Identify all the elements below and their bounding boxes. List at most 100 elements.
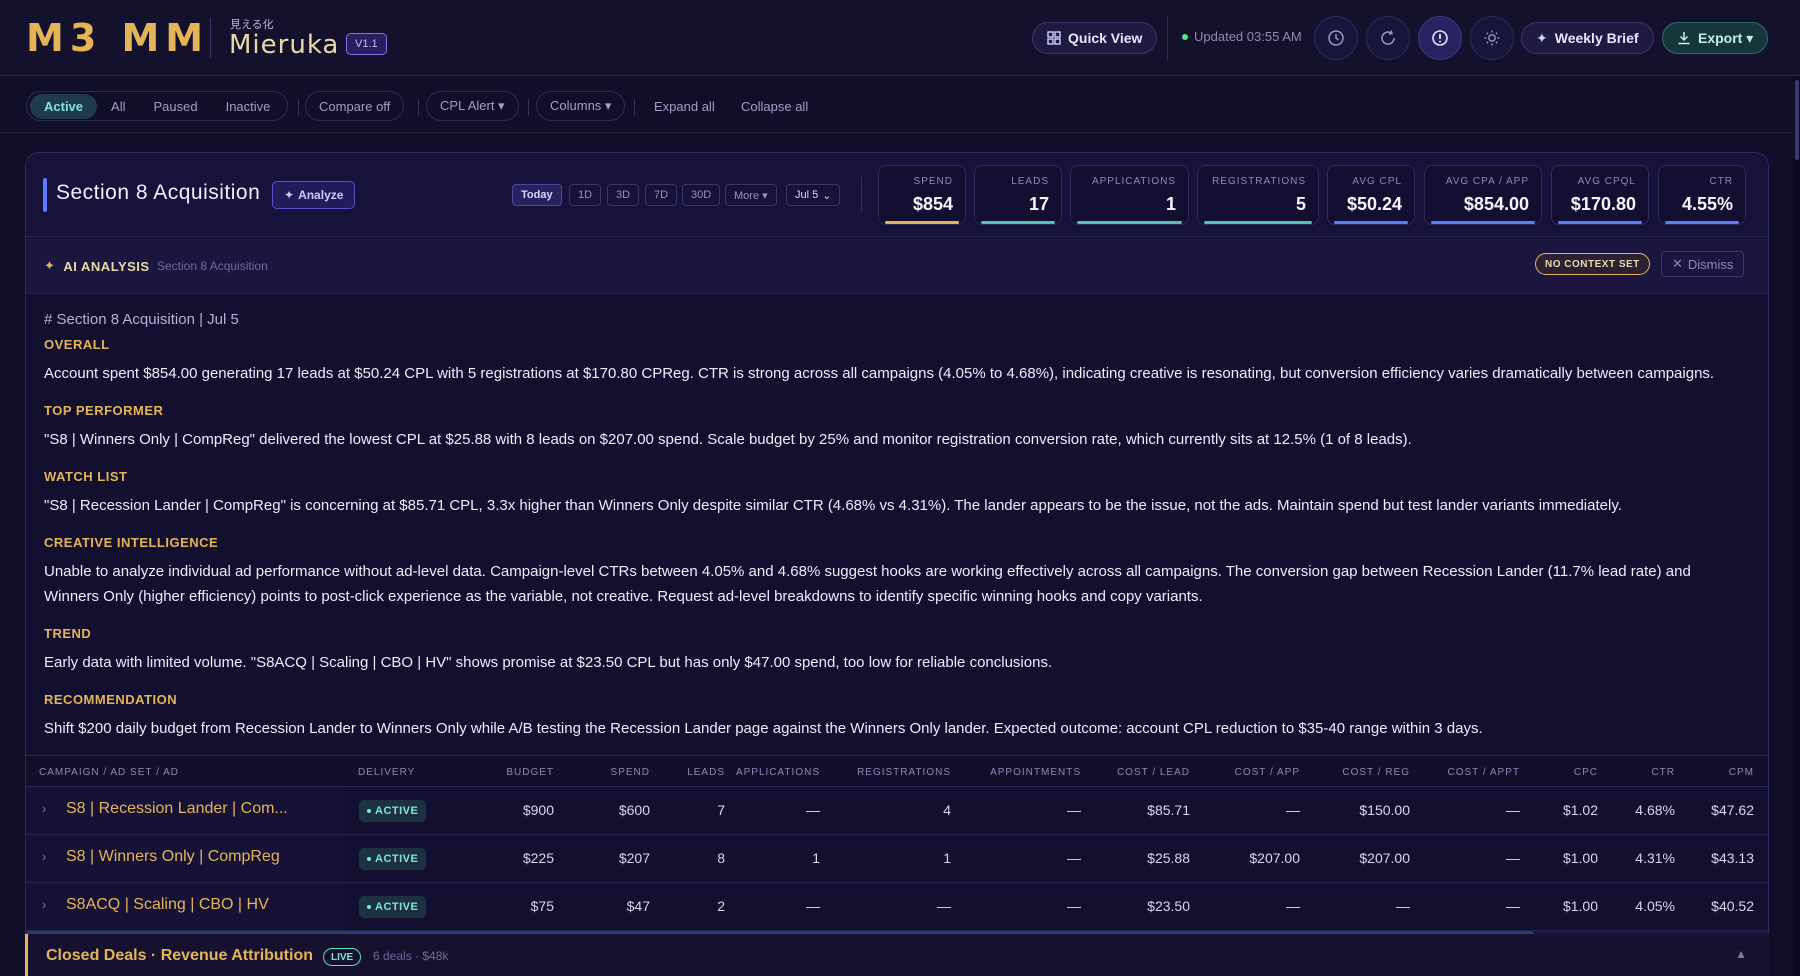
page-scrollbar-thumb[interactable]	[1795, 80, 1799, 160]
filter-inactive[interactable]: Inactive	[212, 94, 285, 119]
col-spend[interactable]: SPEND	[611, 767, 650, 778]
range-1d[interactable]: 1D	[569, 184, 602, 206]
campaign-name[interactable]: S8 | Recession Lander | Com...	[66, 800, 288, 818]
kpi-label: SPEND	[913, 176, 953, 187]
ai-analysis-body: # Section 8 Acquisition | Jul 5 OVERALL …	[44, 311, 1744, 758]
kpi-value: 1	[1165, 194, 1176, 214]
col-cost-appt[interactable]: COST / APPT	[1448, 767, 1521, 778]
kpi-label: REGISTRATIONS	[1212, 176, 1306, 187]
kpi-value: $854.00	[1463, 194, 1529, 214]
range-7d[interactable]: 7D	[645, 184, 678, 206]
context-badge[interactable]: NO CONTEXT SET	[1535, 253, 1650, 275]
filter-paused[interactable]: Paused	[139, 94, 211, 119]
status-dot-icon	[367, 905, 371, 909]
columns-dropdown[interactable]: Columns ▾	[536, 91, 626, 121]
theme-button[interactable]	[1470, 16, 1514, 60]
date-picker[interactable]: Jul 5 ⌄	[786, 184, 841, 206]
export-label: Export ▾	[1698, 29, 1754, 46]
cell-applications: —	[806, 802, 820, 818]
cell-budget: $900	[522, 802, 554, 818]
collapse-all-link[interactable]: Collapse all	[741, 99, 808, 114]
kpi-accent	[1334, 221, 1408, 224]
kpi-label: AVG CPA / APP	[1445, 176, 1529, 187]
kpi-value: $50.24	[1346, 194, 1402, 214]
app-logo[interactable]: M3 MM	[26, 16, 209, 60]
sun-icon	[1484, 30, 1500, 46]
status-dot-icon	[367, 857, 371, 861]
analyze-button[interactable]: ✦ Analyze	[272, 181, 356, 209]
kpi-avg-cpl: AVG CPL $50.24	[1327, 165, 1415, 225]
alert-button[interactable]	[1418, 16, 1462, 60]
range-3d[interactable]: 3D	[607, 184, 640, 206]
campaign-name[interactable]: S8ACQ | Scaling | CBO | HV	[66, 896, 269, 914]
quick-view-button[interactable]: Quick View	[1032, 22, 1158, 54]
col-ctr[interactable]: CTR	[1651, 767, 1675, 778]
col-budget[interactable]: BUDGET	[506, 767, 554, 778]
toolbar-divider	[1167, 16, 1168, 60]
cell-registrations: 1	[943, 850, 951, 866]
dismiss-button[interactable]: ✕ Dismiss	[1661, 251, 1745, 277]
ai-title-text: AI ANALYSIS	[63, 258, 150, 274]
kpi-label: AVG CPQL	[1577, 176, 1636, 187]
compare-toggle[interactable]: Compare off	[305, 91, 405, 121]
closed-deals-title: Closed Deals · Revenue Attribution	[46, 947, 313, 964]
quick-view-label: Quick View	[1068, 30, 1143, 46]
cell-ctr: 4.05%	[1635, 898, 1675, 914]
section-body-overall: Account spent $854.00 generating 17 lead…	[44, 365, 1715, 382]
chevron-up-icon[interactable]: ▲	[1735, 947, 1747, 961]
filter-active[interactable]: Active	[30, 93, 98, 119]
chevron-down-icon: ⌄	[822, 189, 832, 202]
filter-all[interactable]: All	[97, 94, 139, 119]
kpi-value: $170.80	[1570, 194, 1636, 214]
chevron-right-icon[interactable]: ›	[42, 801, 46, 816]
status-text: ACTIVE	[375, 805, 419, 817]
cell-ctr: 4.68%	[1635, 802, 1675, 818]
export-button[interactable]: Export ▾	[1662, 22, 1769, 54]
col-leads[interactable]: LEADS	[687, 767, 725, 778]
table-row[interactable]: › S8 | Recession Lander | Com... ACTIVE …	[26, 787, 1768, 835]
refresh-button[interactable]	[1366, 16, 1410, 60]
col-cost-reg[interactable]: COST / REG	[1342, 767, 1410, 778]
closed-deals-panel[interactable]: Closed Deals · Revenue Attribution LIVE …	[25, 934, 1769, 976]
col-cost-app[interactable]: COST / APP	[1235, 767, 1300, 778]
kpi-value: 17	[1028, 194, 1049, 214]
col-applications[interactable]: APPLICATIONS	[736, 767, 820, 778]
weekly-brief-label: Weekly Brief	[1554, 30, 1639, 46]
cell-cost-app: —	[1286, 898, 1300, 914]
sparkle-icon: ✦	[1536, 29, 1548, 46]
chevron-right-icon[interactable]: ›	[42, 849, 46, 864]
col-cpc[interactable]: CPC	[1574, 767, 1598, 778]
refresh-icon	[1381, 30, 1395, 45]
expand-all-link[interactable]: Expand all	[654, 99, 715, 114]
chevron-right-icon[interactable]: ›	[42, 897, 46, 912]
account-card: Section 8 Acquisition ✦ Analyze Today 1D…	[25, 152, 1769, 976]
history-button[interactable]	[1314, 16, 1358, 60]
weekly-brief-button[interactable]: ✦ Weekly Brief	[1521, 22, 1654, 54]
kpi-value: $854	[912, 194, 953, 214]
cell-applications: 1	[812, 850, 820, 866]
range-30d[interactable]: 30D	[682, 184, 721, 206]
status-text: ACTIVE	[375, 853, 419, 865]
cpl-alert-dropdown[interactable]: CPL Alert ▾	[426, 91, 519, 121]
section-title-top-performer: TOP PERFORMER	[44, 403, 164, 418]
range-more[interactable]: More ▾	[725, 184, 777, 206]
analyze-label: Analyze	[298, 188, 344, 202]
cell-cpm: $47.62	[1711, 802, 1754, 818]
col-cpm[interactable]: CPM	[1729, 767, 1754, 778]
range-today[interactable]: Today	[512, 184, 562, 206]
cell-spend: $600	[618, 802, 650, 818]
cell-cost-app: $207.00	[1249, 850, 1300, 866]
col-appointments[interactable]: APPOINTMENTS	[990, 767, 1081, 778]
kpi-label: AVG CPL	[1352, 176, 1402, 187]
col-cost-lead[interactable]: COST / LEAD	[1117, 767, 1190, 778]
table-row[interactable]: › S8ACQ | Scaling | CBO | HV ACTIVE $75 …	[26, 883, 1768, 931]
cell-spend: $47	[626, 898, 650, 914]
col-delivery[interactable]: DELIVERY	[358, 767, 415, 778]
campaign-name[interactable]: S8 | Winners Only | CompReg	[66, 848, 280, 866]
col-campaign[interactable]: CAMPAIGN / AD SET / AD	[39, 767, 179, 778]
date-label: Jul 5	[795, 189, 819, 201]
table-row[interactable]: › S8 | Winners Only | CompReg ACTIVE $22…	[26, 835, 1768, 883]
page-scrollbar[interactable]	[1794, 77, 1800, 976]
card-header: Section 8 Acquisition ✦ Analyze Today 1D…	[26, 153, 1768, 237]
col-registrations[interactable]: REGISTRATIONS	[857, 767, 951, 778]
